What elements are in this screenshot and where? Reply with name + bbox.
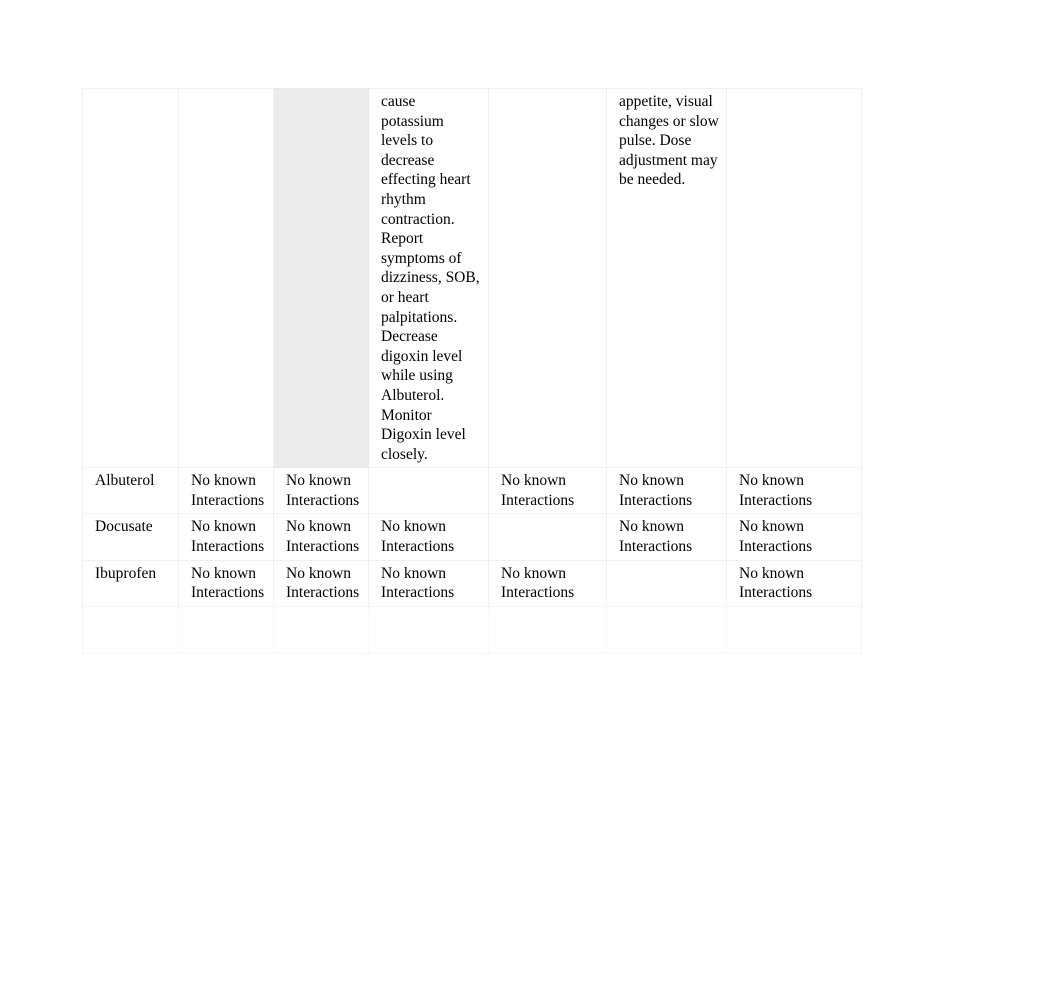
cell-drug-name: Albuterol bbox=[82, 467, 179, 515]
cell-interaction-3 bbox=[368, 605, 489, 654]
cell-interaction-6 bbox=[726, 87, 862, 469]
cell-interaction-5: No known Interactions bbox=[606, 513, 727, 561]
cell-interaction-3: No known Interactions bbox=[368, 513, 489, 561]
cell-interaction-1 bbox=[178, 87, 274, 469]
cell-interaction-4 bbox=[488, 87, 607, 469]
table-row: Ibuprofen No known Interactions No known… bbox=[82, 559, 862, 607]
cell-interaction-1: No known Interactions bbox=[178, 513, 274, 561]
cell-interaction-4 bbox=[488, 605, 607, 654]
cell-drug-name: Ibuprofen bbox=[82, 559, 179, 607]
cell-interaction-5: No known Interactions bbox=[606, 467, 727, 515]
table-row: Docusate No known Interactions No known … bbox=[82, 513, 862, 561]
cell-interaction-6: No known Interactions bbox=[726, 559, 862, 607]
cell-interaction-4 bbox=[488, 513, 607, 561]
cell-interaction-1 bbox=[178, 605, 274, 654]
cell-interaction-6: No known Interactions bbox=[726, 467, 862, 515]
cell-drug-name bbox=[82, 87, 179, 469]
drug-interaction-table: cause potassium levels to decrease effec… bbox=[82, 87, 862, 654]
table-row-obscured bbox=[82, 605, 862, 654]
cell-interaction-2: No known Interactions bbox=[273, 559, 369, 607]
cell-interaction-6 bbox=[726, 605, 862, 654]
cell-interaction-1: No known Interactions bbox=[178, 559, 274, 607]
cell-drug-name: Docusate bbox=[82, 513, 179, 561]
cell-drug-name bbox=[82, 605, 179, 654]
cell-interaction-3: No known Interactions bbox=[368, 559, 489, 607]
cell-interaction-5 bbox=[606, 605, 727, 654]
cell-interaction-2: No known Interactions bbox=[273, 513, 369, 561]
cell-interaction-5: appetite, visual changes or slow pulse. … bbox=[606, 87, 727, 469]
document-page: cause potassium levels to decrease effec… bbox=[0, 0, 1062, 1006]
cell-interaction-6: No known Interactions bbox=[726, 513, 862, 561]
cell-interaction-4: No known Interactions bbox=[488, 467, 607, 515]
cell-interaction-3 bbox=[368, 467, 489, 515]
cell-interaction-1: No known Interactions bbox=[178, 467, 274, 515]
cell-interaction-3: cause potassium levels to decrease effec… bbox=[368, 87, 489, 469]
cell-interaction-4: No known Interactions bbox=[488, 559, 607, 607]
cell-interaction-2 bbox=[273, 87, 369, 469]
table-row-continuation: cause potassium levels to decrease effec… bbox=[82, 87, 862, 469]
cell-interaction-2 bbox=[273, 605, 369, 654]
cell-interaction-2: No known Interactions bbox=[273, 467, 369, 515]
cell-interaction-5 bbox=[606, 559, 727, 607]
table-row: Albuterol No known Interactions No known… bbox=[82, 467, 862, 515]
